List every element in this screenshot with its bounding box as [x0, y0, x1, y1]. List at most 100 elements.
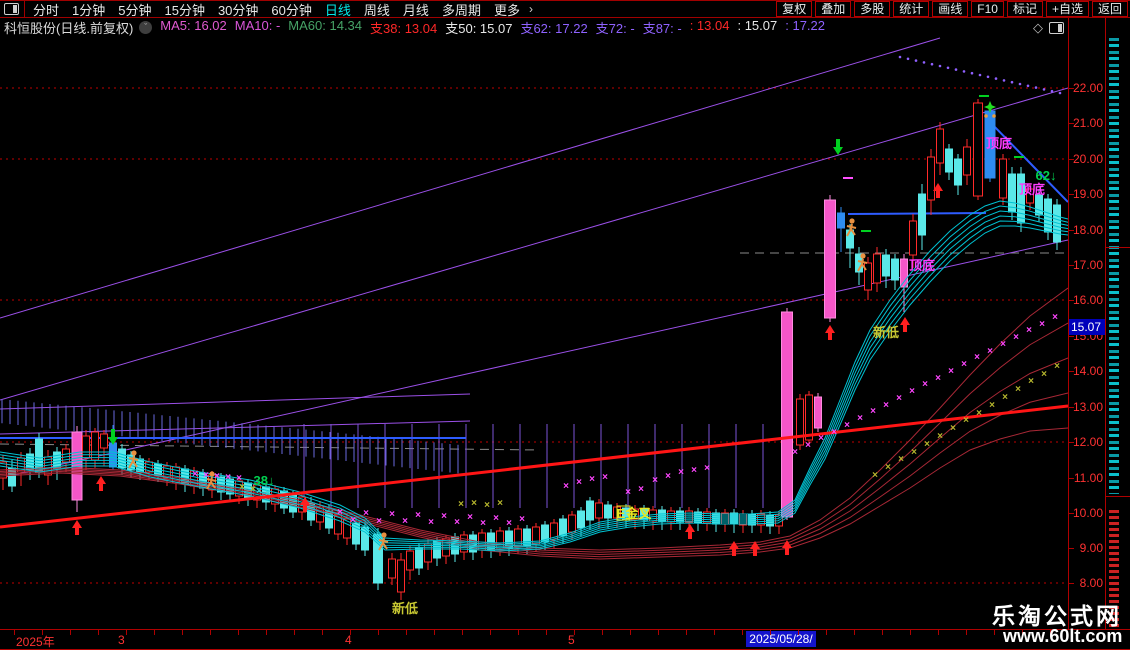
candle — [814, 396, 822, 429]
toolbar-button-标记[interactable]: 标记 — [1006, 1, 1043, 17]
period-tab-分时[interactable]: 分时 — [33, 0, 59, 19]
x-mark: × — [1028, 376, 1034, 387]
candle — [91, 431, 99, 461]
chart-annotation: E金叉 — [617, 506, 653, 521]
watermark-site-url: www.60lt.com — [1003, 626, 1123, 646]
x-mark: × — [665, 471, 671, 482]
dotted-line-point — [954, 68, 958, 71]
x-mark: × — [652, 475, 658, 486]
x-mark: × — [493, 513, 499, 524]
price-axis-label: 9.00 — [1079, 541, 1103, 555]
toolbar-button-复权[interactable]: 复权 — [776, 1, 813, 17]
sell-arrow-icon — [833, 139, 843, 155]
indicator-value: 支62: 17.22 — [520, 21, 588, 36]
x-mark: × — [924, 439, 930, 450]
period-tab-周线[interactable]: 周线 — [364, 0, 390, 19]
x-mark: × — [376, 516, 382, 527]
price-axis-label: 21.00 — [1072, 116, 1103, 130]
x-mark: × — [576, 477, 582, 488]
dotted-line-point — [1050, 89, 1054, 93]
x-mark: × — [678, 467, 684, 478]
period-tab-30分钟[interactable]: 30分钟 — [218, 0, 258, 19]
toolbar-button-叠加[interactable]: 叠加 — [815, 1, 852, 17]
walking-person-icon — [849, 218, 855, 224]
x-mark: × — [497, 498, 503, 509]
x-mark: × — [1002, 392, 1008, 403]
x-mark: × — [467, 512, 473, 523]
ma-ribbon-line — [0, 200, 1068, 544]
x-mark: × — [937, 431, 943, 442]
period-tab-60分钟[interactable]: 60分钟 — [271, 0, 311, 19]
x-mark: × — [976, 408, 982, 419]
ma-ribbon-line — [0, 357, 1068, 556]
x-mark: × — [389, 509, 395, 520]
indicator-value: MA5: 16.02 — [160, 18, 227, 33]
dotted-line-point — [1010, 80, 1014, 84]
x-mark: × — [909, 386, 915, 397]
candle — [397, 559, 405, 593]
clipped-vertical-text-cyan — [1109, 38, 1119, 494]
dotted-line-point — [962, 70, 966, 73]
x-mark: × — [948, 366, 954, 377]
x-mark: × — [883, 400, 889, 411]
dotted-line-point — [1034, 86, 1038, 89]
more-arrow-icon[interactable]: › — [529, 2, 533, 16]
walking-person-icon — [209, 471, 215, 477]
star-dot — [992, 114, 996, 118]
toolbar-button-画线[interactable]: 画线 — [932, 1, 969, 17]
x-mark: × — [1052, 312, 1058, 323]
period-tab-15分钟[interactable]: 15分钟 — [164, 0, 204, 19]
x-mark: × — [441, 511, 447, 522]
period-tab-月线[interactable]: 月线 — [403, 0, 429, 19]
ma-ribbon-line — [0, 287, 1068, 551]
period-tab-更多[interactable]: 更多 — [494, 0, 520, 19]
x-mark: × — [337, 507, 343, 518]
x-mark: × — [857, 413, 863, 424]
x-mark: × — [265, 488, 271, 499]
period-tab-1分钟[interactable]: 1分钟 — [72, 0, 105, 19]
x-mark: × — [805, 440, 811, 451]
candle — [604, 504, 612, 519]
price-axis-label: 10.00 — [1072, 506, 1103, 520]
toolbar-button-返回[interactable]: 返回 — [1091, 1, 1128, 17]
x-mark: × — [987, 346, 993, 357]
x-mark: × — [625, 487, 631, 498]
dotted-line-point — [1058, 91, 1062, 95]
period-tab-5分钟[interactable]: 5分钟 — [118, 0, 151, 19]
x-mark: × — [818, 433, 824, 444]
window-split-icon[interactable] — [4, 3, 19, 15]
stock-title: 科恒股份(日线.前复权) — [4, 21, 134, 36]
x-mark: × — [589, 474, 595, 485]
panel-split-icon[interactable] — [1049, 22, 1064, 34]
dotted-line-point — [914, 59, 918, 62]
x-mark: × — [415, 510, 421, 521]
blue-signal-line — [847, 212, 987, 215]
candle — [568, 514, 576, 533]
dotted-line-point — [898, 55, 902, 59]
diamond-icon[interactable]: ◇ — [1033, 20, 1043, 36]
period-tab-日线[interactable]: 日线 — [325, 0, 351, 19]
buy-arrow-icon — [72, 520, 82, 535]
x-mark: × — [844, 420, 850, 431]
x-mark: × — [363, 508, 369, 519]
period-tab-多周期[interactable]: 多周期 — [442, 0, 481, 19]
toolbar-button-多股[interactable]: 多股 — [854, 1, 891, 17]
chevron-down-icon[interactable]: ˇ — [139, 21, 153, 34]
trend-line — [0, 420, 471, 435]
trend-line — [0, 87, 1068, 401]
dotted-line-point — [1042, 88, 1046, 91]
price-chart-svg[interactable]: × × × × × × × × × × × × × × × × × × × × × × × × × × × × × × × × × × × × × × × ×… — [0, 37, 1068, 630]
x-mark: × — [602, 472, 608, 483]
candle — [864, 262, 872, 291]
month-label: 5 — [568, 633, 575, 647]
candle — [406, 550, 414, 571]
toolbar-button-+自选[interactable]: +自选 — [1045, 1, 1089, 17]
toolbar-button-统计[interactable]: 统计 — [893, 1, 930, 17]
x-mark: × — [1013, 332, 1019, 343]
toolbar-button-F10[interactable]: F10 — [971, 1, 1004, 17]
x-mark: × — [1000, 339, 1006, 350]
dotted-line-point — [938, 64, 942, 68]
x-mark: × — [484, 500, 490, 511]
candle — [909, 220, 917, 256]
candle — [388, 558, 396, 579]
